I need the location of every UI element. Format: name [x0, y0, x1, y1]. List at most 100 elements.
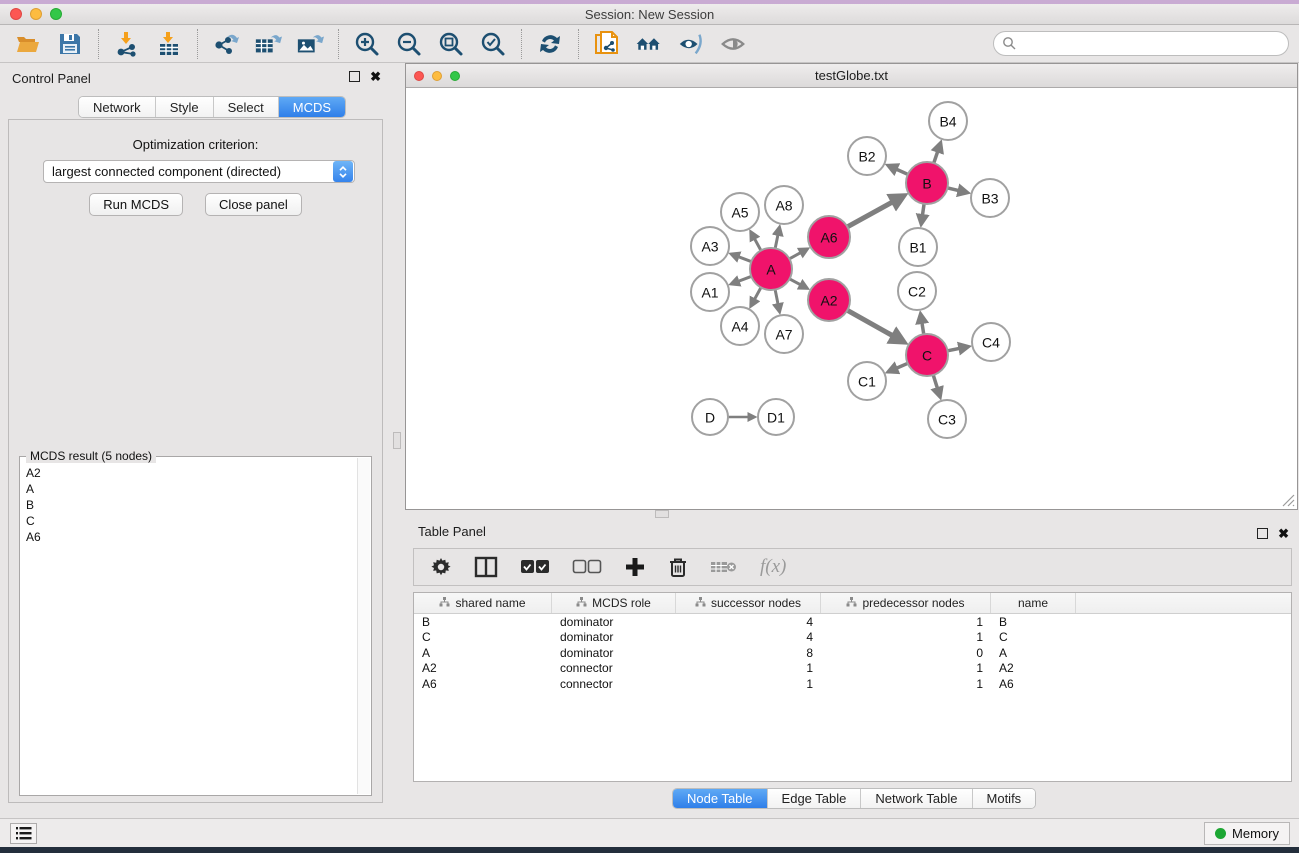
network-canvas[interactable]: B4B2BB3A5A8A6A3AB1A1A2C2A4A7CC4C1C3DD1 [406, 88, 1297, 509]
select-all-columns-icon[interactable] [520, 553, 550, 581]
tab-select[interactable]: Select [214, 97, 279, 117]
graph-edge-A-A5[interactable] [751, 232, 762, 252]
run-mcds-button[interactable]: Run MCDS [89, 193, 183, 216]
memory-button[interactable]: Memory [1204, 822, 1290, 845]
vertical-splitter-grip[interactable] [393, 432, 401, 449]
graph-edge-B-B2[interactable] [888, 166, 909, 176]
graph-edge-A-A8[interactable] [775, 228, 780, 251]
graph-node-label: C4 [982, 335, 1000, 351]
window-resize-grip[interactable] [1282, 494, 1295, 507]
result-item[interactable]: B [26, 497, 365, 513]
graph-edge-C-C1[interactable] [889, 363, 910, 372]
graph-node-label: B [922, 176, 931, 192]
function-builder-icon[interactable]: f(x) [760, 553, 786, 581]
result-item[interactable]: A [26, 481, 365, 497]
zoom-window-button[interactable] [50, 8, 62, 20]
zoom-network-button[interactable] [450, 71, 460, 81]
column-header-shared-name[interactable]: shared name [414, 593, 552, 613]
table-cell: 1 [821, 676, 991, 692]
minimize-network-button[interactable] [432, 71, 442, 81]
graph-edge-A-A6[interactable] [788, 249, 807, 260]
float-table-panel-button[interactable] [1257, 528, 1268, 539]
table-cell: 1 [676, 676, 821, 692]
horizontal-splitter-grip[interactable] [655, 510, 669, 518]
graph-edge-C-C3[interactable] [933, 373, 940, 396]
import-table-icon[interactable] [155, 30, 183, 58]
table-body: Bdominator41BCdominator41CAdominator80AA… [414, 614, 1291, 692]
search-input[interactable] [1017, 37, 1267, 51]
close-network-button[interactable] [414, 71, 424, 81]
graph-edge-A2-C[interactable] [846, 309, 904, 341]
table-row[interactable]: Bdominator41B [414, 614, 1291, 630]
table-row[interactable]: Cdominator41C [414, 630, 1291, 646]
add-column-icon[interactable] [624, 553, 646, 581]
show-all-icon[interactable] [719, 30, 747, 58]
graph-edge-C-C2[interactable] [921, 314, 924, 336]
table-toolbar: f(x) [413, 548, 1292, 586]
table-settings-icon[interactable] [430, 553, 452, 581]
hide-selected-icon[interactable] [677, 30, 705, 58]
graph-edge-A-A2[interactable] [788, 278, 807, 288]
zoom-selected-icon[interactable] [479, 30, 507, 58]
graph-edge-B-B1[interactable] [921, 202, 924, 224]
export-network-icon[interactable] [212, 30, 240, 58]
clone-network-icon[interactable] [593, 30, 621, 58]
close-panel-icon[interactable]: ✖ [370, 71, 381, 82]
delete-columns-icon[interactable] [668, 553, 688, 581]
tab-node-table[interactable]: Node Table [673, 789, 768, 808]
graph-edge-A-A1[interactable] [732, 276, 754, 284]
zoom-out-icon[interactable] [395, 30, 423, 58]
column-header-successor-nodes[interactable]: successor nodes [676, 593, 821, 613]
graph-edge-A-A7[interactable] [775, 288, 780, 312]
close-table-panel-icon[interactable]: ✖ [1278, 528, 1289, 539]
table-row[interactable]: A2connector11A2 [414, 661, 1291, 677]
tab-motifs[interactable]: Motifs [973, 789, 1036, 808]
column-header-name[interactable]: name [991, 593, 1076, 613]
float-panel-button[interactable] [349, 71, 360, 82]
result-item[interactable]: A6 [26, 529, 365, 545]
task-history-button[interactable] [10, 823, 37, 844]
search-box[interactable] [993, 31, 1289, 56]
table-tabs: Node TableEdge TableNetwork TableMotifs [672, 788, 1036, 809]
deselect-all-columns-icon[interactable] [572, 553, 602, 581]
column-header-predecessor-nodes[interactable]: predecessor nodes [821, 593, 991, 613]
column-header-MCDS-role[interactable]: MCDS role [552, 593, 676, 613]
refresh-icon[interactable] [536, 30, 564, 58]
split-panel-icon[interactable] [474, 553, 498, 581]
close-panel-button[interactable]: Close panel [205, 193, 302, 216]
table-cell: A [414, 645, 552, 661]
import-network-icon[interactable] [113, 30, 141, 58]
result-scrollbar[interactable] [357, 458, 370, 794]
tab-style[interactable]: Style [156, 97, 214, 117]
graph-edge-C-C4[interactable] [946, 347, 968, 352]
zoom-fit-icon[interactable] [437, 30, 465, 58]
export-image-icon[interactable] [296, 30, 324, 58]
close-window-button[interactable] [10, 8, 22, 20]
table-cell: A2 [414, 661, 552, 677]
graph-edge-B-B4[interactable] [933, 143, 940, 165]
network-traffic-lights [414, 71, 460, 81]
minimize-window-button[interactable] [30, 8, 42, 20]
tab-edge-table[interactable]: Edge Table [768, 789, 862, 808]
table-cell: 1 [821, 630, 991, 646]
export-table-icon[interactable] [254, 30, 282, 58]
network-window-title: testGlobe.txt [406, 68, 1297, 83]
graph-edge-A-A3[interactable] [732, 254, 754, 262]
graph-edge-A6-B[interactable] [846, 196, 904, 228]
open-file-icon[interactable] [14, 30, 42, 58]
zoom-in-icon[interactable] [353, 30, 381, 58]
graph-edge-B-B3[interactable] [945, 187, 967, 192]
tab-network[interactable]: Network [79, 97, 156, 117]
delete-table-icon[interactable] [710, 553, 738, 581]
tab-mcds[interactable]: MCDS [279, 97, 345, 117]
column-header-label: name [1018, 596, 1048, 610]
optimization-criterion-select[interactable]: largest connected component (directed) [43, 160, 355, 183]
graph-edge-A-A4[interactable] [751, 286, 762, 306]
table-row[interactable]: A6connector11A6 [414, 676, 1291, 692]
save-session-icon[interactable] [56, 30, 84, 58]
first-neighbors-icon[interactable] [635, 30, 663, 58]
tab-network-table[interactable]: Network Table [861, 789, 972, 808]
result-item[interactable]: C [26, 513, 365, 529]
table-row[interactable]: Adominator80A [414, 645, 1291, 661]
result-item[interactable]: A2 [26, 465, 365, 481]
